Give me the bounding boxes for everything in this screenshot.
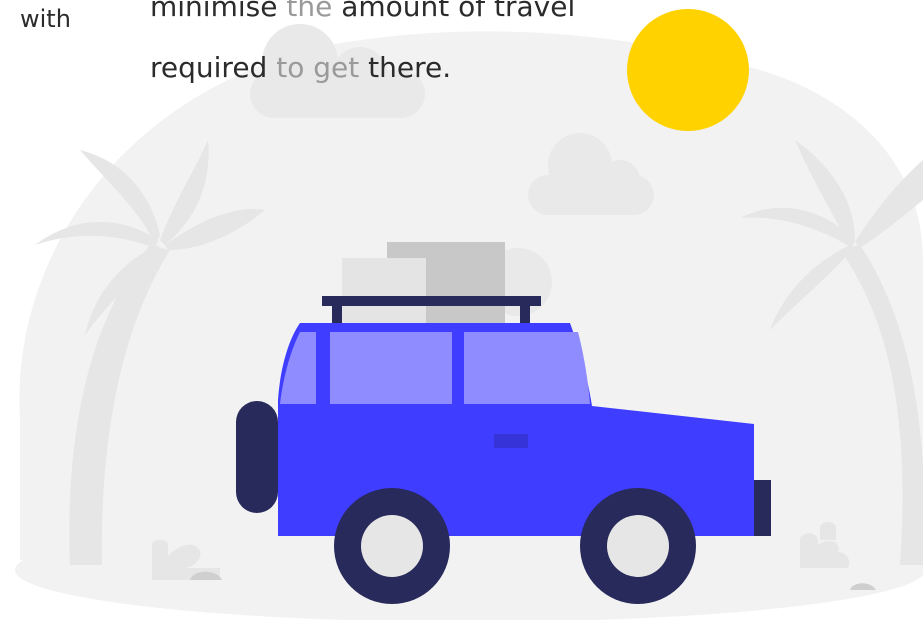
roof-rack-post [520,304,530,326]
spare-tire [236,401,278,513]
bumper [754,480,771,536]
travel-illustration-page: with minimise the amount of travel requi… [0,0,923,620]
wheel-hub [361,515,423,577]
door-handle [494,434,528,448]
luggage-box [342,258,426,332]
text-segment: amount of travel [332,0,576,23]
sun-icon [627,9,749,131]
wheel-hub [607,515,669,577]
roof-rack-post [332,304,342,326]
roof-rack [322,296,541,306]
text-segment: there. [359,51,452,84]
text-segment: minimise [150,0,287,23]
hero-text-block: minimise the amount of travel required t… [150,0,575,98]
bush-icon [820,522,836,540]
text-line-1: minimise the amount of travel [150,0,575,37]
car-window [464,332,590,404]
text-segment: required [150,51,277,84]
text-segment: the [286,0,333,23]
text-line-2: required to get there. [150,37,575,98]
car-window [330,332,452,404]
text-segment: to get [276,51,360,84]
text-fragment-with: with [20,5,71,33]
